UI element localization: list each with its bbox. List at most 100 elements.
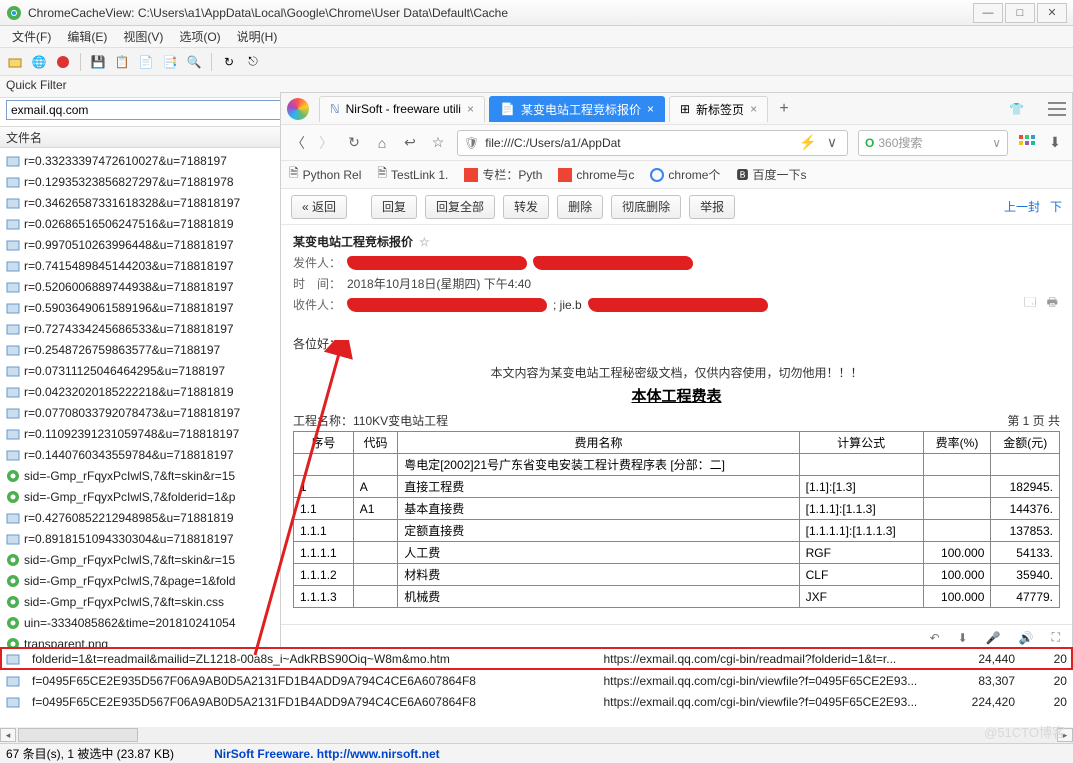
forward-button[interactable]: 转发 — [503, 195, 549, 219]
harddelete-button[interactable]: 彻底删除 — [611, 195, 681, 219]
file-row[interactable]: uin=-3334085862&time=201810241054 — [0, 612, 280, 633]
save-icon[interactable]: 💾 — [89, 53, 107, 71]
file-row[interactable]: r=0.7415489845144203&u=718818197 — [0, 255, 280, 276]
sender-redacted — [347, 256, 527, 270]
reload-icon[interactable]: ↻ — [345, 134, 363, 152]
file-row[interactable]: sid=-Gmp_rFqyxPcIwlS,7&folderid=1&p — [0, 486, 280, 507]
search-dropdown-icon[interactable]: ∨ — [992, 136, 1001, 150]
file-row[interactable]: r=0.02686516506247516&u=71881819 — [0, 213, 280, 234]
menu-edit[interactable]: 编辑(E) — [61, 26, 113, 47]
scroll-thumb[interactable] — [18, 728, 138, 742]
address-bar[interactable]: 🛡 file:///C:/Users/a1/AppDat ⚡ ∨ — [457, 130, 848, 156]
file-row[interactable]: r=0.34626587331618328&u=718818197 — [0, 192, 280, 213]
star-icon[interactable]: ☆ — [429, 134, 447, 152]
find-icon[interactable]: 🔍 — [185, 53, 203, 71]
reply-button[interactable]: 回复 — [371, 195, 417, 219]
file-row[interactable]: r=0.42760852212948985&u=71881819 — [0, 507, 280, 528]
file-row[interactable]: r=0.11092391231059748&u=718818197 — [0, 423, 280, 444]
menu-view[interactable]: 视图(V) — [117, 26, 169, 47]
history-icon[interactable]: ↩ — [401, 134, 419, 152]
file-row[interactable]: r=0.7274334245686533&u=718818197 — [0, 318, 280, 339]
bookmark-item[interactable]: 🅱 百度一下s — [736, 166, 806, 183]
minimize-button[interactable]: — — [973, 3, 1003, 23]
open-icon[interactable] — [6, 53, 24, 71]
tab-nirsoft[interactable]: ℕ NirSoft - freeware utili × — [319, 96, 485, 122]
forward-icon[interactable]: 〉 — [317, 134, 335, 152]
file-row[interactable]: r=0.5903649061589196&u=718818197 — [0, 297, 280, 318]
menu-options[interactable]: 选项(O) — [173, 26, 226, 47]
addr-dropdown-icon[interactable]: ∨ — [823, 134, 841, 152]
globe-icon[interactable]: 🌐 — [30, 53, 48, 71]
file-row[interactable]: sid=-Gmp_rFqyxPcIwlS,7&ft=skin&r=15 — [0, 465, 280, 486]
bookmark-item[interactable]: 🗎 TestLink 1. — [377, 164, 448, 185]
window-icon[interactable]: 🗔 — [1024, 293, 1037, 314]
file-row[interactable]: r=0.8918151094330304&u=718818197 — [0, 528, 280, 549]
tab-newtab[interactable]: ⊞ 新标签页 × — [669, 96, 768, 122]
bottom-row[interactable]: f=0495F65CE2E935D567F06A9AB0D5A2131FD1B4… — [0, 691, 1073, 712]
bottom-rows[interactable]: folderid=1&t=readmail&mailid=ZL1218-00a8… — [0, 647, 1073, 737]
next-mail-link[interactable]: 下 — [1050, 198, 1062, 215]
prev-mail-link[interactable]: 上一封 — [1004, 198, 1040, 215]
file-row[interactable]: sid=-Gmp_rFqyxPcIwlS,7&page=1&fold — [0, 570, 280, 591]
status-link[interactable]: NirSoft Freeware. http://www.nirsoft.net — [214, 747, 440, 761]
file-row[interactable]: r=0.2548726759863577&u=7188197 — [0, 339, 280, 360]
fee-table: 序号代码费用名称计算公式费率(%)金额(元)粤电定[2002]21号广东省变电安… — [293, 431, 1060, 608]
file-row[interactable]: r=0.1440760343559784&u=718818197 — [0, 444, 280, 465]
wardrobe-icon[interactable]: 👕 — [1009, 102, 1024, 116]
close-button[interactable]: ✕ — [1037, 3, 1067, 23]
bookmark-item[interactable]: 专栏：Pyth — [464, 166, 542, 183]
bookmark-item[interactable]: 🗎 Python Rel — [289, 164, 361, 185]
file-row[interactable]: sid=-Gmp_rFqyxPcIwlS,7&ft=skin&r=15 — [0, 549, 280, 570]
horizontal-scrollbar[interactable]: ◂ ▸ — [0, 727, 1073, 743]
refresh-icon[interactable]: ↻ — [220, 53, 238, 71]
star-icon[interactable]: ☆ — [419, 235, 430, 249]
replyall-button[interactable]: 回复全部 — [425, 195, 495, 219]
file-row[interactable]: r=0.07708033792078473&u=718818197 — [0, 402, 280, 423]
stop-icon[interactable] — [54, 53, 72, 71]
delete-button[interactable]: 删除 — [557, 195, 603, 219]
home-icon[interactable]: ⌂ — [373, 134, 391, 152]
new-tab-button[interactable]: + — [772, 97, 796, 121]
close-tab-icon[interactable]: × — [467, 102, 474, 116]
apps-grid-icon[interactable] — [1018, 134, 1036, 152]
file-row[interactable]: r=0.33233397472610027&u=7188197 — [0, 150, 280, 171]
file-row[interactable]: r=0.04232020185222218&u=71881819 — [0, 381, 280, 402]
download-icon[interactable]: ⬇ — [958, 631, 968, 645]
copy-icon[interactable]: 📋 — [113, 53, 131, 71]
bottom-row[interactable]: f=0495F65CE2E935D567F06A9AB0D5A2131FD1B4… — [0, 670, 1073, 691]
flash-icon[interactable]: ⚡ — [799, 134, 817, 152]
copy2-icon[interactable]: 📄 — [137, 53, 155, 71]
sender-label: 发件人： — [293, 254, 341, 271]
file-row[interactable]: r=0.9970510263996448&u=718818197 — [0, 234, 280, 255]
report-button[interactable]: 举报 — [689, 195, 735, 219]
bookmark-item[interactable]: chrome与c — [558, 166, 634, 183]
scroll-left-button[interactable]: ◂ — [0, 728, 16, 742]
file-row[interactable]: sid=-Gmp_rFqyxPcIwlS,7&ft=skin.css — [0, 591, 280, 612]
tab-mail[interactable]: 📄 某变电站工程竞标报价 × — [489, 96, 665, 122]
menu-help[interactable]: 说明(H) — [231, 26, 284, 47]
menu-icon[interactable] — [1048, 102, 1066, 116]
close-tab-icon[interactable]: × — [647, 102, 654, 116]
time-value: 2018年10月18日(星期四) 下午4:40 — [347, 275, 531, 292]
props-icon[interactable]: 📑 — [161, 53, 179, 71]
fullscreen-icon[interactable]: ⛶ — [1052, 630, 1060, 645]
bookmark-item[interactable]: chrome个 — [650, 166, 720, 183]
menu-file[interactable]: 文件(F) — [6, 26, 57, 47]
file-row[interactable]: r=0.07311125046464295&u=7188197 — [0, 360, 280, 381]
back-arrow-icon[interactable]: ↶ — [930, 631, 940, 645]
download-icon[interactable]: ⬇ — [1046, 134, 1064, 152]
mic-icon[interactable]: 🎤 — [986, 631, 1001, 645]
file-row[interactable]: r=0.12935323856827297&u=71881978 — [0, 171, 280, 192]
back-icon[interactable]: 〈 — [289, 134, 307, 152]
search-box[interactable]: O 360搜索 ∨ — [858, 130, 1008, 156]
quickfilter-input[interactable] — [6, 100, 286, 120]
print-icon[interactable]: 🖶 — [1047, 293, 1058, 314]
bottom-row[interactable]: folderid=1&t=readmail&mailid=ZL1218-00a8… — [0, 647, 1073, 670]
back-button[interactable]: « 返回 — [291, 195, 347, 219]
exit-icon[interactable]: ⎋ — [244, 53, 262, 71]
speaker-icon[interactable]: 🔊 — [1019, 631, 1034, 645]
close-tab-icon[interactable]: × — [750, 102, 757, 116]
maximize-button[interactable]: □ — [1005, 3, 1035, 23]
file-row[interactable]: r=0.5206006889744938&u=718818197 — [0, 276, 280, 297]
browser-tabstrip: ℕ NirSoft - freeware utili × 📄 某变电站工程竞标报… — [281, 93, 1072, 125]
